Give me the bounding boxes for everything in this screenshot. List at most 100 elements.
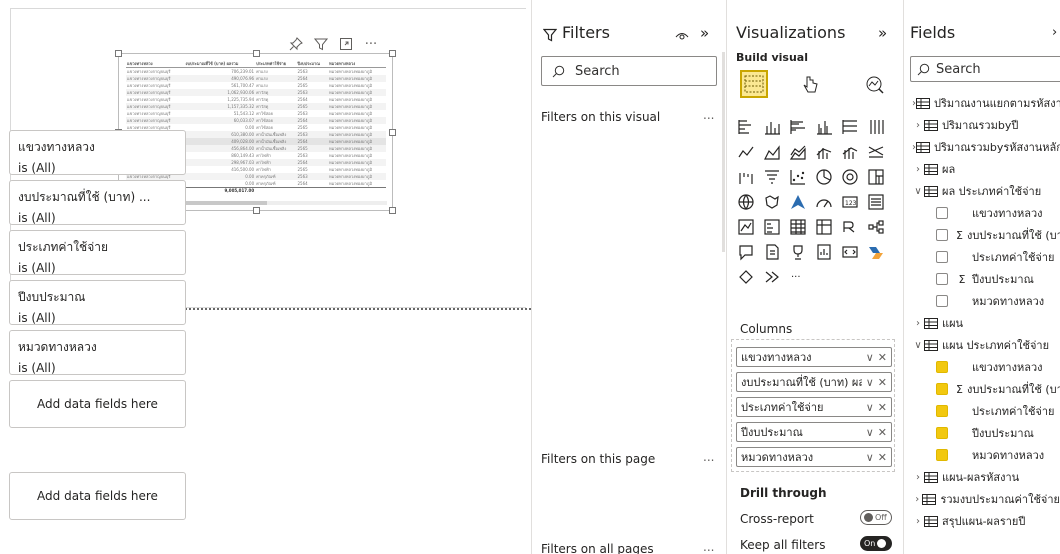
collapse-filters-icon[interactable]: » bbox=[700, 24, 709, 42]
field-checkbox[interactable] bbox=[936, 229, 948, 241]
power-automate-flow-icon[interactable] bbox=[735, 266, 757, 288]
table-row[interactable]: แขวงทางหลวงกาญจนบุรี 1,062,930.06 ค่าวัสดุ… bbox=[126, 89, 386, 96]
ribbon-chart-icon[interactable] bbox=[865, 141, 887, 163]
field-table[interactable]: › ปริมาณรวมbyรหัสงานหลัก bbox=[912, 136, 1060, 158]
column-field[interactable]: หมวดทางหลวง ∨ ✕ bbox=[736, 447, 892, 467]
chevron-down-icon[interactable]: ∨ bbox=[866, 351, 874, 364]
add-data-fields-visual[interactable]: Add data fields here bbox=[9, 380, 186, 428]
clustered-bar-chart-icon[interactable] bbox=[787, 116, 809, 138]
table-icon[interactable] bbox=[787, 216, 809, 238]
field-table[interactable]: › ปริมาณงานแยกตามรหัสงาน bbox=[912, 92, 1060, 114]
field-checkbox[interactable] bbox=[936, 251, 948, 263]
field-item[interactable]: แขวงทางหลวง bbox=[936, 202, 1060, 224]
resize-handle[interactable] bbox=[389, 50, 396, 57]
build-visual-tab[interactable] bbox=[740, 70, 768, 98]
slicer-icon[interactable] bbox=[761, 216, 783, 238]
field-checkbox[interactable] bbox=[936, 361, 948, 373]
resize-handle[interactable] bbox=[115, 50, 122, 57]
field-table[interactable]: › รวมงบประมาณค่าใช้จ่าย bbox=[912, 488, 1060, 510]
line-column-chart-icon[interactable] bbox=[813, 141, 835, 163]
gauge-icon[interactable] bbox=[813, 191, 835, 213]
r-visual-icon[interactable] bbox=[839, 216, 861, 238]
add-data-fields-page[interactable]: Add data fields here bbox=[9, 472, 186, 520]
column-header[interactable]: งบประมาณที่ใช้ (บาท) ผลรวม bbox=[184, 60, 256, 68]
chevron-down-icon[interactable]: ∨ bbox=[912, 340, 924, 351]
pin-icon[interactable] bbox=[288, 36, 304, 52]
field-checkbox[interactable] bbox=[936, 449, 948, 461]
paginated-report-icon[interactable] bbox=[813, 241, 835, 263]
table-row[interactable]: แขวงทางหลวงกาญจนบุรี 51,543.12 ค่าใช้สอย 25… bbox=[126, 110, 386, 117]
smart-narrative-icon[interactable] bbox=[761, 241, 783, 263]
table-row[interactable]: แขวงทางหลวงกาญจนบุรี 490,076.96 ค่าแรง 2564… bbox=[126, 75, 386, 82]
resize-handle[interactable] bbox=[389, 129, 396, 136]
filter-icon[interactable] bbox=[313, 36, 329, 52]
100-column-chart-icon[interactable] bbox=[865, 116, 887, 138]
100-bar-chart-icon[interactable] bbox=[839, 116, 861, 138]
filter-card-district[interactable]: แขวงทางหลวง is (All) bbox=[9, 130, 186, 175]
card-icon[interactable]: 123 bbox=[839, 191, 861, 213]
field-item[interactable]: แขวงทางหลวง bbox=[936, 356, 1060, 378]
table-row[interactable]: แขวงทางหลวงกาญจนบุรี 561,700.47 ค่าแรง 2565… bbox=[126, 82, 386, 89]
filled-map-icon[interactable] bbox=[761, 191, 783, 213]
decomposition-tree-icon[interactable] bbox=[865, 216, 887, 238]
filter-card-expense-type[interactable]: ประเภทค่าใช้จ่าย is (All) bbox=[9, 230, 186, 275]
power-automate-icon[interactable] bbox=[865, 241, 887, 263]
column-field[interactable]: แขวงทางหลวง ∨ ✕ bbox=[736, 347, 892, 367]
column-header[interactable]: ปีงบประมาณ bbox=[296, 60, 328, 68]
chevron-down-icon[interactable]: ∨ bbox=[866, 451, 874, 464]
column-field[interactable]: ปีงบประมาณ ∨ ✕ bbox=[736, 422, 892, 442]
chevron-down-icon[interactable]: ∨ bbox=[866, 376, 874, 389]
column-field[interactable]: ประเภทค่าใช้จ่าย ∨ ✕ bbox=[736, 397, 892, 417]
filter-card-budget[interactable]: งบประมาณที่ใช้ (บาท) ... is (All) bbox=[9, 180, 186, 225]
qa-icon[interactable] bbox=[735, 241, 757, 263]
chevron-down-icon[interactable]: ∨ bbox=[866, 401, 874, 414]
scatter-chart-icon[interactable] bbox=[787, 166, 809, 188]
field-table[interactable]: › สรุปแผน-ผลรายปี bbox=[912, 510, 1060, 532]
waterfall-chart-icon[interactable] bbox=[735, 166, 757, 188]
column-header[interactable]: หมวดทางหลวง bbox=[327, 60, 386, 68]
field-table[interactable]: ∨ ผล ประเภทค่าใช้จ่าย bbox=[912, 180, 1060, 202]
multi-row-card-icon[interactable] bbox=[865, 191, 887, 213]
field-item[interactable]: Σงบประมาณที่ใช้ (บาท) bbox=[936, 224, 1060, 246]
stacked-bar-chart-icon[interactable] bbox=[735, 116, 757, 138]
chevron-right-icon[interactable]: › bbox=[912, 472, 924, 483]
cross-report-toggle[interactable]: Off bbox=[860, 510, 892, 525]
keep-all-filters-toggle[interactable]: On bbox=[860, 536, 892, 551]
remove-icon[interactable]: ✕ bbox=[878, 376, 887, 389]
table-row[interactable]: แขวงทางหลวงกาญจนบุรี 1,225,735.94 ค่าวัสดุ… bbox=[126, 96, 386, 103]
report-canvas[interactable]: ··· แขวงทางหลวง งบประมาณที่ใช้ (บาท) ผลรว… bbox=[0, 0, 531, 554]
field-table[interactable]: › ผล bbox=[912, 158, 1060, 180]
chevron-right-icon[interactable]: › bbox=[912, 120, 924, 131]
more-options-icon[interactable]: ... bbox=[703, 540, 714, 554]
field-item[interactable]: ประเภทค่าใช้จ่าย bbox=[936, 400, 1060, 422]
table-row[interactable]: แขวงทางหลวงกาญจนบุรี 60,033.07 ค่าใช้สอย 25… bbox=[126, 117, 386, 124]
analytics-tab[interactable] bbox=[864, 74, 886, 96]
line-stacked-column-icon[interactable] bbox=[839, 141, 861, 163]
get-more-visuals-icon[interactable] bbox=[761, 266, 783, 288]
chevron-right-icon[interactable]: › bbox=[912, 494, 922, 505]
filters-scrollbar[interactable] bbox=[722, 52, 725, 252]
kpi-icon[interactable] bbox=[735, 216, 757, 238]
stacked-column-chart-icon[interactable] bbox=[761, 116, 783, 138]
field-table[interactable]: › แผน bbox=[912, 312, 1060, 334]
column-header[interactable]: ประเภทค่าใช้จ่าย bbox=[255, 60, 297, 68]
chevron-right-icon[interactable]: › bbox=[912, 318, 924, 329]
more-visuals-icon[interactable]: ··· bbox=[787, 266, 809, 288]
resize-handle[interactable] bbox=[389, 207, 396, 214]
funnel-chart-icon[interactable] bbox=[761, 166, 783, 188]
field-item[interactable]: หมวดทางหลวง bbox=[936, 444, 1060, 466]
more-options-icon[interactable]: ... bbox=[703, 450, 714, 464]
field-table[interactable]: ∨ แผน ประเภทค่าใช้จ่าย bbox=[912, 334, 1060, 356]
field-item[interactable]: หมวดทางหลวง bbox=[936, 290, 1060, 312]
chevron-down-icon[interactable]: ∨ bbox=[912, 186, 924, 197]
field-checkbox[interactable] bbox=[936, 273, 948, 285]
area-chart-icon[interactable] bbox=[761, 141, 783, 163]
format-visual-tab[interactable] bbox=[800, 74, 822, 96]
column-field[interactable]: งบประมาณที่ใช้ (บาท) ผลรวม ∨ ✕ bbox=[736, 372, 892, 392]
remove-icon[interactable]: ✕ bbox=[878, 426, 887, 439]
field-item[interactable]: ประเภทค่าใช้จ่าย bbox=[936, 246, 1060, 268]
chevron-down-icon[interactable]: ∨ bbox=[866, 426, 874, 439]
table-row[interactable]: แขวงทางหลวงกาญจนบุรี 706,239.01 ค่าแรง 2563… bbox=[126, 68, 386, 76]
key-influencers-icon[interactable] bbox=[787, 241, 809, 263]
table-row[interactable]: แขวงทางหลวงกาญจนบุรี 1,157,335.32 ค่าวัสดุ… bbox=[126, 103, 386, 110]
